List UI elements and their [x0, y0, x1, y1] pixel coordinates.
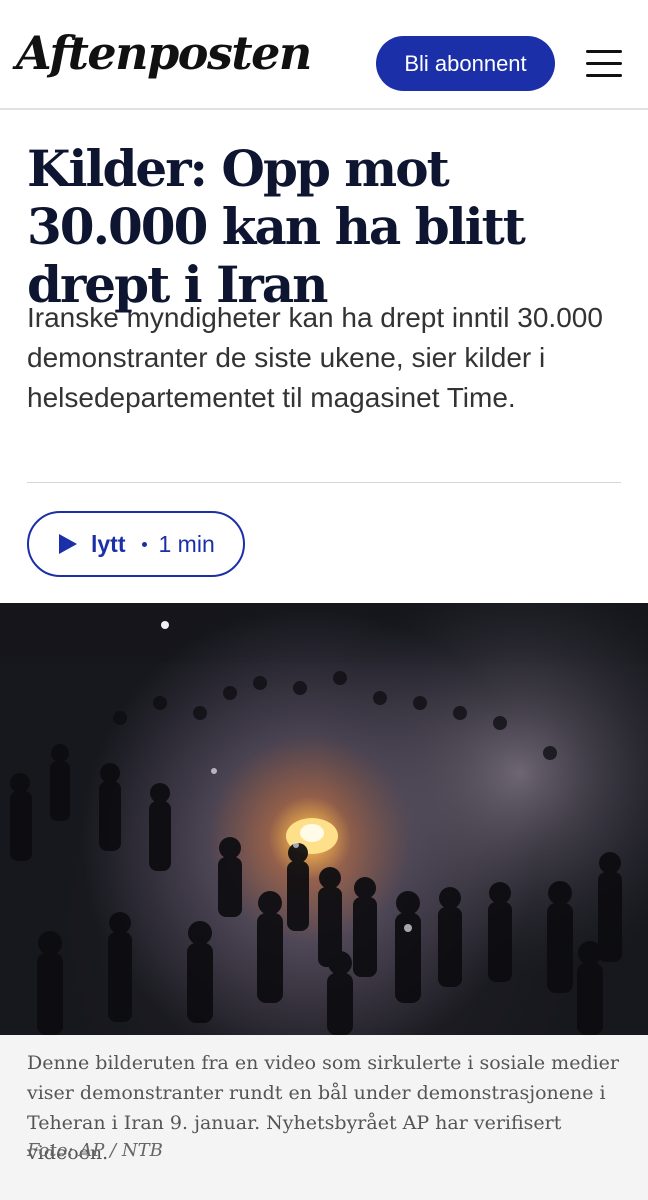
listen-duration: 1 min — [158, 530, 215, 557]
separator-dot — [141, 541, 147, 547]
listen-label: lytt — [91, 530, 126, 557]
site-header: Aftenposten Bli abonnent — [0, 0, 648, 110]
photo-credit: Foto: AP / NTB — [27, 1140, 163, 1161]
hamburger-menu-icon[interactable] — [586, 50, 624, 78]
article-headline: Kilder: Opp mot 30.000 kan ha blitt drep… — [27, 139, 526, 314]
subscribe-button[interactable]: Bli abonnent — [376, 36, 555, 91]
article-lead: Iranske myndigheter kan ha drept inntil … — [27, 302, 603, 413]
play-icon — [59, 534, 77, 554]
listen-button[interactable]: lytt 1 min — [27, 511, 245, 577]
article-photo[interactable] — [0, 603, 648, 1035]
protest-night-photo — [0, 603, 648, 1035]
aftenposten-logo[interactable]: Aftenposten — [16, 30, 312, 76]
divider — [27, 482, 621, 483]
